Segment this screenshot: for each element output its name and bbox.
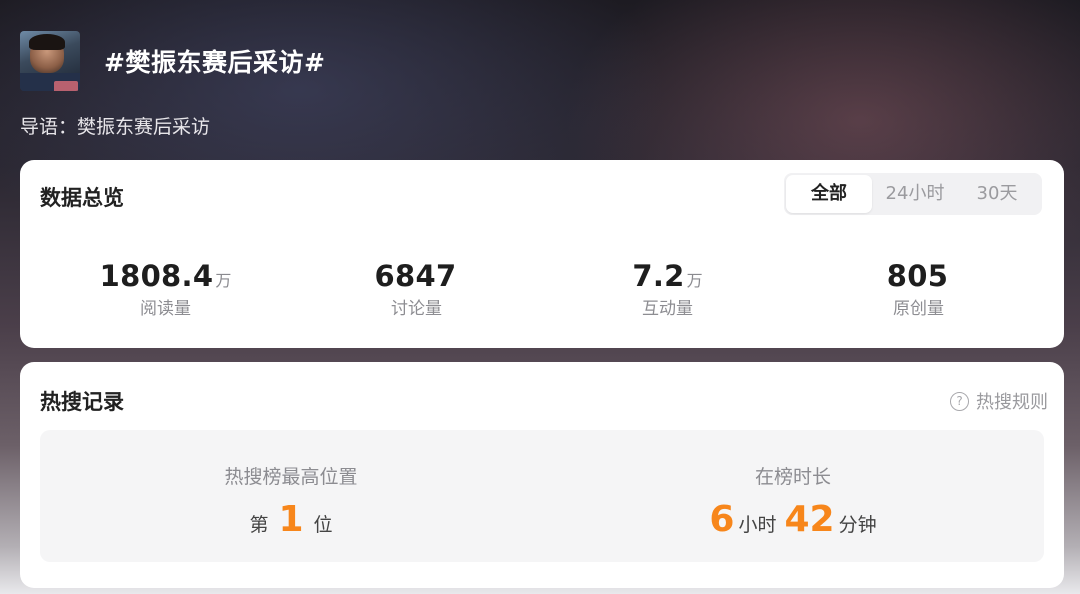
help-circle-icon: ? bbox=[950, 391, 969, 411]
topic-avatar[interactable] bbox=[20, 31, 80, 91]
stat-reads-value: 1808.4 bbox=[99, 259, 214, 293]
overview-title: 数据总览 bbox=[40, 186, 124, 210]
stats-row: 1808.4 万 阅读量 6847 讨论量 7.2 万 互动量 805 原创量 bbox=[40, 258, 1044, 319]
duration-hours: 6 bbox=[709, 499, 735, 540]
stat-originals-label: 原创量 bbox=[893, 299, 944, 319]
topic-lead: 导语：樊振东赛后采访 bbox=[20, 116, 211, 138]
stat-originals: 805 原创量 bbox=[793, 258, 1044, 319]
stat-reads: 1808.4 万 阅读量 bbox=[40, 258, 291, 319]
stat-discussions-label: 讨论量 bbox=[391, 299, 442, 319]
hot-search-panel: 热搜榜最高位置 第 1 位 在榜时长 6 小时 42 分钟 bbox=[40, 430, 1044, 562]
tab-30d[interactable]: 30天 bbox=[958, 175, 1036, 213]
hot-search-rules-label: 热搜规则 bbox=[976, 392, 1048, 413]
stat-interactions-value: 7.2 bbox=[632, 259, 685, 293]
highest-rank-label: 热搜榜最高位置 bbox=[224, 466, 358, 488]
stat-interactions: 7.2 万 互动量 bbox=[542, 258, 793, 319]
stat-reads-label: 阅读量 bbox=[140, 299, 191, 319]
stat-discussions: 6847 讨论量 bbox=[291, 258, 542, 319]
highest-rank-block: 热搜榜最高位置 第 1 位 bbox=[40, 430, 542, 562]
tab-all[interactable]: 全部 bbox=[786, 175, 872, 213]
tab-24h[interactable]: 24小时 bbox=[872, 175, 958, 213]
stat-interactions-unit: 万 bbox=[686, 271, 703, 290]
minutes-unit: 分钟 bbox=[838, 514, 877, 536]
highest-rank-value: 1 bbox=[278, 499, 304, 540]
stat-reads-unit: 万 bbox=[215, 271, 232, 290]
duration-label: 在榜时长 bbox=[754, 466, 831, 488]
duration-minutes: 42 bbox=[784, 499, 835, 540]
hot-search-title: 热搜记录 bbox=[40, 390, 124, 414]
rank-suffix: 位 bbox=[313, 514, 333, 536]
stat-originals-value: 805 bbox=[886, 259, 949, 293]
topic-title: #樊振东赛后采访# bbox=[104, 48, 326, 77]
stat-interactions-label: 互动量 bbox=[642, 299, 693, 319]
hot-search-card: 热搜记录 ? 热搜规则 热搜榜最高位置 第 1 位 在榜时长 6 小时 42 分… bbox=[20, 362, 1064, 588]
time-range-tabs: 全部 24小时 30天 bbox=[784, 173, 1042, 215]
topic-header: #樊振东赛后采访# bbox=[20, 30, 325, 92]
rank-prefix: 第 bbox=[249, 514, 269, 536]
hot-search-rules-link[interactable]: ? 热搜规则 bbox=[950, 388, 1048, 414]
stat-discussions-value: 6847 bbox=[374, 259, 457, 293]
hours-unit: 小时 bbox=[738, 514, 777, 536]
duration-block: 在榜时长 6 小时 42 分钟 bbox=[542, 430, 1044, 562]
data-overview-card: 数据总览 全部 24小时 30天 1808.4 万 阅读量 6847 讨论量 7.… bbox=[20, 160, 1064, 348]
